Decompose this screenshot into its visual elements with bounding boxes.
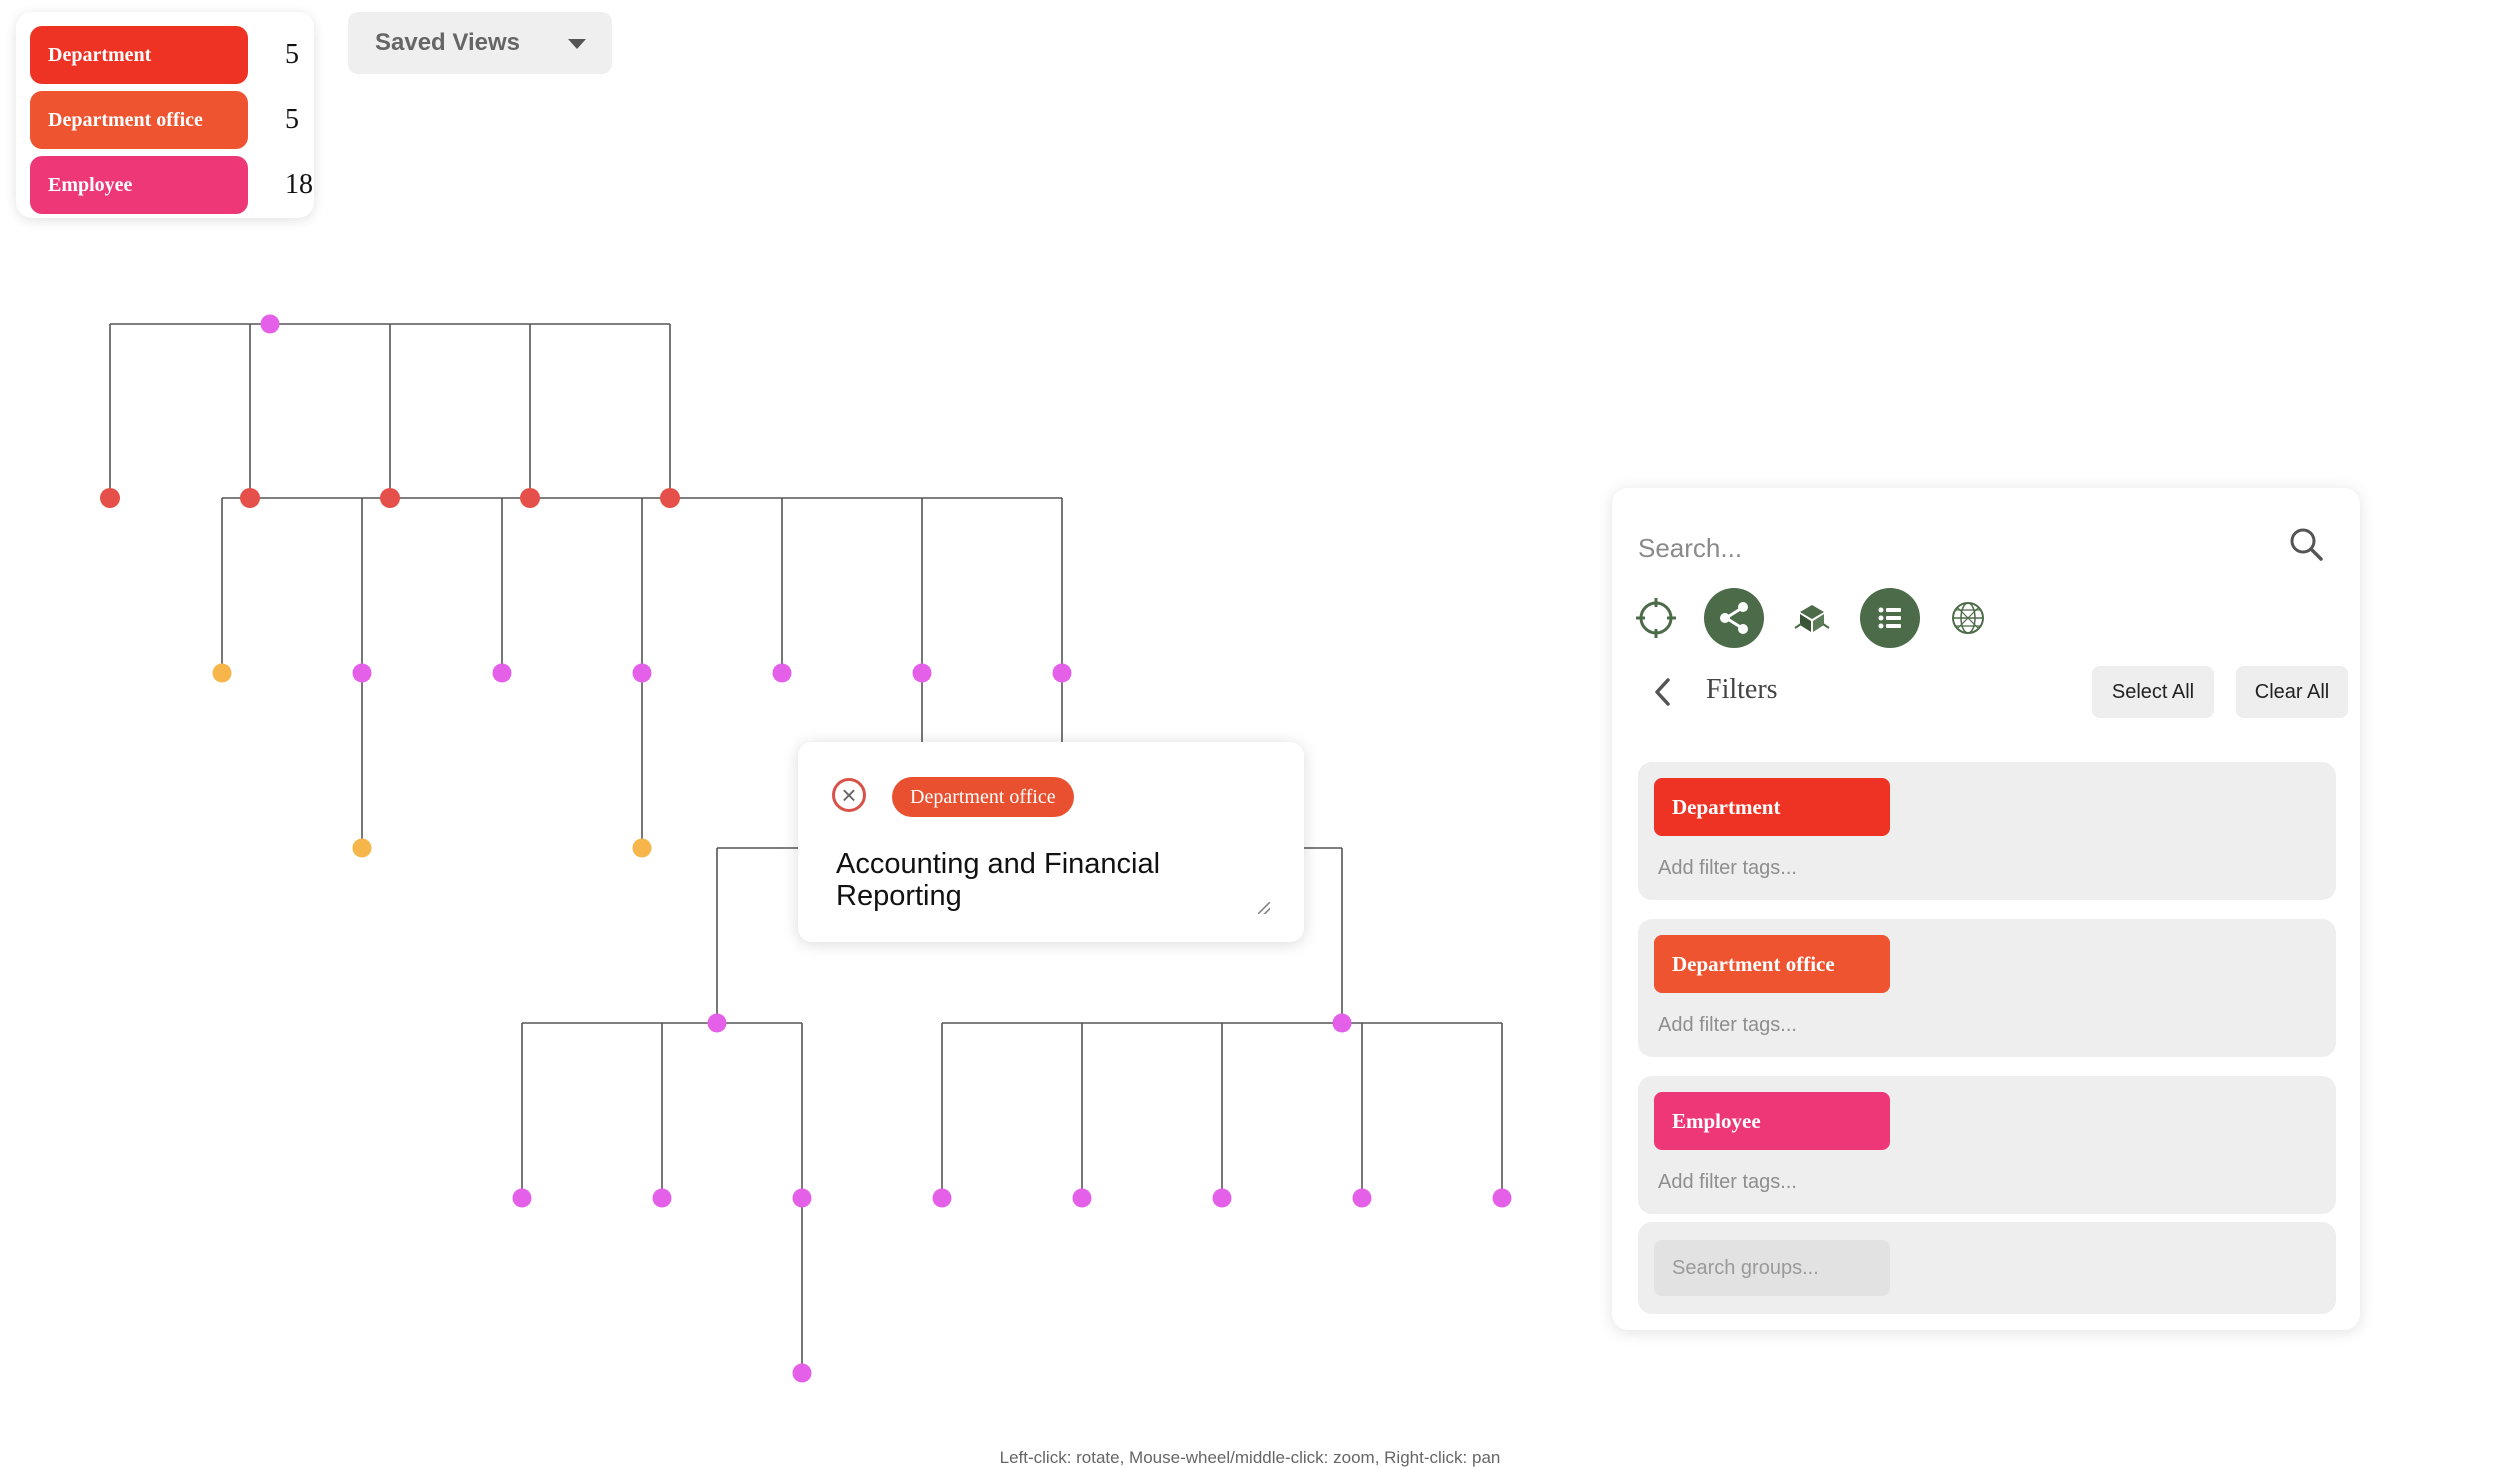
- graph-node-employee[interactable]: [632, 663, 652, 683]
- globe-icon[interactable]: [1938, 588, 1998, 648]
- graph-node-leaf[interactable]: [632, 838, 652, 858]
- resize-handle-icon[interactable]: [1258, 902, 1270, 914]
- node-type-tag: Department office: [892, 777, 1074, 817]
- close-icon[interactable]: ×: [832, 778, 866, 812]
- graph-node-department[interactable]: [240, 488, 260, 508]
- graph-node-employee[interactable]: [932, 1188, 952, 1208]
- graph-node-department[interactable]: [100, 488, 120, 508]
- graph-node-employee[interactable]: [260, 314, 280, 334]
- filter-tags-input-employee[interactable]: [1656, 1170, 2300, 1195]
- graph-node-employee[interactable]: [792, 1363, 812, 1383]
- graph-node-employee[interactable]: [492, 663, 512, 683]
- controls-hint: Left-click: rotate, Mouse-wheel/middle-c…: [999, 1448, 1501, 1467]
- filter-card-employee: Employee: [1638, 1076, 2336, 1214]
- graph-node-employee[interactable]: [707, 1013, 727, 1033]
- filter-tags-input-department-office[interactable]: [1656, 1013, 2300, 1038]
- graph-node-employee[interactable]: [652, 1188, 672, 1208]
- search-icon[interactable]: [2286, 524, 2326, 564]
- graph-node-employee[interactable]: [512, 1188, 532, 1208]
- node-popup: × Department office Accounting and Finan…: [798, 742, 1304, 942]
- graph-node-employee[interactable]: [352, 663, 372, 683]
- filter-chip-employee[interactable]: Employee: [1654, 1092, 1890, 1150]
- graph-node-department[interactable]: [660, 488, 680, 508]
- graph-node-employee[interactable]: [1492, 1188, 1512, 1208]
- filter-tags-input-department[interactable]: [1656, 856, 2300, 881]
- graph-node-employee[interactable]: [1072, 1188, 1092, 1208]
- filter-chip-department[interactable]: Department: [1654, 778, 1890, 836]
- group-search-input[interactable]: [1654, 1240, 1890, 1296]
- graph-node-employee[interactable]: [1332, 1013, 1352, 1033]
- graph-node-employee[interactable]: [792, 1188, 812, 1208]
- list-icon[interactable]: [1860, 588, 1920, 648]
- share-network-icon[interactable]: [1704, 588, 1764, 648]
- graph-node-department[interactable]: [380, 488, 400, 508]
- graph-node-employee[interactable]: [1052, 663, 1072, 683]
- clear-all-button[interactable]: Clear All: [2236, 666, 2348, 718]
- chevron-left-icon[interactable]: [1648, 674, 1678, 710]
- filter-chip-department-office[interactable]: Department office: [1654, 935, 1890, 993]
- filter-card-department: Department: [1638, 762, 2336, 900]
- filter-panel: Filters Select All Clear All Department …: [1612, 488, 2360, 1330]
- graph-node-employee[interactable]: [912, 663, 932, 683]
- graph-node-employee[interactable]: [1352, 1188, 1372, 1208]
- cube-icon[interactable]: [1782, 588, 1842, 648]
- graph-node-employee[interactable]: [772, 663, 792, 683]
- crosshair-icon[interactable]: [1626, 588, 1686, 648]
- group-search-card: [1638, 1222, 2336, 1314]
- filter-card-department-office: Department office: [1638, 919, 2336, 1057]
- graph-node-leaf[interactable]: [212, 663, 232, 683]
- search-input[interactable]: [1636, 522, 2260, 574]
- graph-node-department[interactable]: [520, 488, 540, 508]
- filters-title: Filters: [1706, 674, 1778, 705]
- graph-node-employee[interactable]: [1212, 1188, 1232, 1208]
- select-all-button[interactable]: Select All: [2092, 666, 2214, 718]
- graph-node-leaf[interactable]: [352, 838, 372, 858]
- node-title: Accounting and Financial Reporting: [836, 848, 1161, 912]
